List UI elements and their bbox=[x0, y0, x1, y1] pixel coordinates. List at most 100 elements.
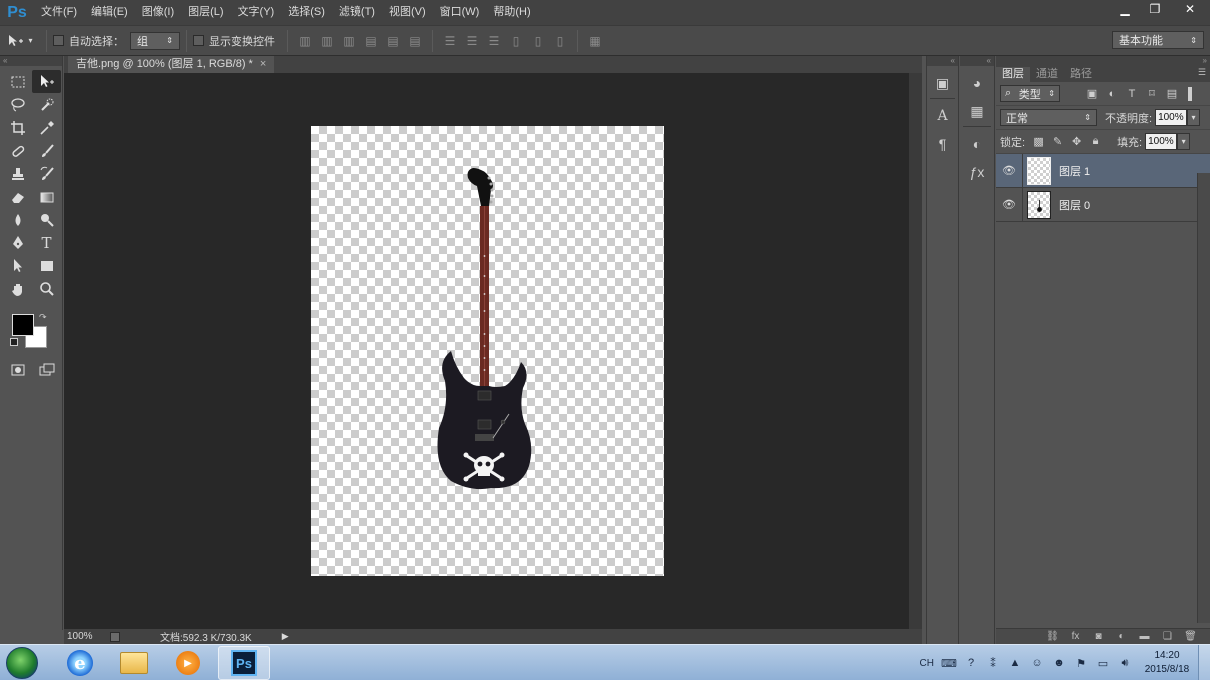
lock-position-icon[interactable]: ✥ bbox=[1067, 133, 1086, 150]
close-button[interactable]: ✕ bbox=[1170, 0, 1210, 18]
taskbar-photoshop[interactable]: Ps bbox=[218, 646, 270, 680]
lock-transparent-pixels-icon[interactable]: ▩ bbox=[1029, 133, 1048, 150]
tab-paths[interactable]: 路径 bbox=[1064, 67, 1098, 82]
distribute-left-icon[interactable]: ▯ bbox=[505, 31, 527, 51]
character-panel-icon[interactable]: A bbox=[931, 105, 955, 127]
lock-all-icon[interactable]: 🔒︎ bbox=[1086, 133, 1105, 150]
rectangle-shape-icon[interactable] bbox=[32, 254, 61, 277]
layer-row[interactable]: 👁︎ 图层 1 bbox=[996, 153, 1210, 188]
visibility-eye-icon[interactable]: 👁︎ bbox=[996, 164, 1022, 177]
tab-layers[interactable]: 图层 bbox=[996, 67, 1030, 82]
taskbar-ie[interactable]: e bbox=[54, 646, 106, 680]
distribute-right-icon[interactable]: ▯ bbox=[549, 31, 571, 51]
keyboard-icon[interactable]: ⌨ bbox=[941, 655, 957, 671]
swatches-panel-icon[interactable]: ▦ bbox=[965, 100, 989, 122]
filter-adjustment-layers-icon[interactable]: ◐ bbox=[1102, 85, 1122, 102]
swap-colors-icon[interactable]: ↷ bbox=[39, 312, 47, 323]
show-hidden-icons-icon[interactable]: ▲ bbox=[1007, 655, 1023, 671]
menu-help[interactable]: 帮助(H) bbox=[486, 0, 537, 25]
input-language[interactable]: CH bbox=[916, 658, 938, 669]
menu-filter[interactable]: 滤镜(T) bbox=[332, 0, 382, 25]
type-tool-icon[interactable]: T bbox=[32, 231, 61, 254]
menu-edit[interactable]: 编辑(E) bbox=[84, 0, 135, 25]
panel-collapse-handle[interactable]: » bbox=[996, 56, 1210, 66]
document-tab[interactable]: 吉他.png @ 100% (图层 1, RGB/8) * × bbox=[68, 56, 275, 73]
screen-mode-icon[interactable] bbox=[32, 358, 61, 381]
zoom-icon[interactable] bbox=[32, 277, 61, 300]
show-desktop-button[interactable] bbox=[1198, 645, 1210, 680]
filter-toggle-switch[interactable] bbox=[1188, 86, 1192, 101]
align-right-edges-icon[interactable]: ▤ bbox=[404, 31, 426, 51]
menu-image[interactable]: 图像(I) bbox=[135, 0, 181, 25]
opacity-slider-toggle[interactable]: ▾ bbox=[1187, 109, 1201, 126]
crop-icon[interactable] bbox=[3, 116, 32, 139]
status-menu-arrow-icon[interactable]: ▶ bbox=[282, 631, 289, 642]
taskbar-explorer[interactable] bbox=[108, 646, 160, 680]
healing-brush-icon[interactable] bbox=[3, 139, 32, 162]
menu-layer[interactable]: 图层(L) bbox=[181, 0, 230, 25]
align-vertical-centers-icon[interactable]: ▥ bbox=[316, 31, 338, 51]
dodge-icon[interactable] bbox=[32, 208, 61, 231]
volume-icon[interactable]: 🔊︎ bbox=[1117, 655, 1133, 671]
hand-icon[interactable] bbox=[3, 277, 32, 300]
path-selection-icon[interactable] bbox=[3, 254, 32, 277]
eraser-icon[interactable] bbox=[3, 185, 32, 208]
distribute-top-icon[interactable]: ☰ bbox=[439, 31, 461, 51]
filter-type-layers-icon[interactable]: T bbox=[1122, 85, 1142, 102]
default-colors-icon[interactable] bbox=[10, 338, 18, 346]
layer-filter-kind-dropdown[interactable]: ⌕ 类型 ⇕ bbox=[1000, 85, 1060, 102]
color-panel-icon[interactable]: ◕ bbox=[965, 72, 989, 94]
clone-stamp-icon[interactable] bbox=[3, 162, 32, 185]
pen-icon[interactable] bbox=[3, 231, 32, 254]
messenger-icon[interactable]: ☺ bbox=[1029, 655, 1045, 671]
menu-view[interactable]: 视图(V) bbox=[382, 0, 433, 25]
menu-file[interactable]: 文件(F) bbox=[34, 0, 84, 25]
align-bottom-edges-icon[interactable]: ▥ bbox=[338, 31, 360, 51]
layer-name[interactable]: 图层 1 bbox=[1059, 163, 1090, 179]
auto-select-target-dropdown[interactable]: 组 ⇕ bbox=[130, 31, 180, 50]
document-canvas[interactable] bbox=[311, 126, 664, 576]
filter-smart-objects-icon[interactable]: ▤ bbox=[1162, 85, 1182, 102]
help-icon[interactable]: ? bbox=[963, 655, 979, 671]
panel-collapse-handle[interactable]: « bbox=[960, 56, 994, 66]
eyedropper-icon[interactable] bbox=[32, 116, 61, 139]
layer-name[interactable]: 图层 0 bbox=[1059, 197, 1090, 213]
align-left-edges-icon[interactable]: ▤ bbox=[360, 31, 382, 51]
clock[interactable]: 14:20 2015/8/18 bbox=[1136, 649, 1198, 677]
layers-scrollbar[interactable] bbox=[1197, 173, 1210, 623]
move-tool-button[interactable] bbox=[32, 70, 61, 93]
visibility-eye-icon[interactable]: 👁︎ bbox=[996, 198, 1022, 211]
qq-icon[interactable]: ☻ bbox=[1051, 655, 1067, 671]
distribute-hcenter-icon[interactable]: ▯ bbox=[527, 31, 549, 51]
canvas-scrollbar[interactable] bbox=[909, 73, 922, 629]
panel-collapse-handle[interactable]: « bbox=[0, 56, 62, 66]
blur-icon[interactable] bbox=[3, 208, 32, 231]
status-info-icon[interactable] bbox=[110, 631, 120, 642]
filter-pixel-layers-icon[interactable]: ▣ bbox=[1082, 85, 1102, 102]
close-tab-icon[interactable]: × bbox=[260, 56, 266, 73]
gradient-icon[interactable] bbox=[32, 185, 61, 208]
fill-slider-toggle[interactable]: ▾ bbox=[1177, 133, 1191, 150]
canvas-workspace[interactable] bbox=[64, 73, 922, 629]
align-horizontal-centers-icon[interactable]: ▤ bbox=[382, 31, 404, 51]
auto-align-layers-icon[interactable]: ▦ bbox=[584, 31, 606, 51]
new-layer-icon[interactable]: ❏ bbox=[1156, 631, 1179, 642]
minimize-button[interactable]: ▁ bbox=[1110, 0, 1140, 18]
quick-mask-icon[interactable] bbox=[3, 358, 32, 381]
tool-preset-picker[interactable]: ▾ bbox=[0, 30, 40, 52]
brush-icon[interactable] bbox=[32, 139, 61, 162]
layer-row[interactable]: 👁︎ 图层 0 bbox=[996, 187, 1210, 222]
link-layers-icon[interactable]: ⛓︎ bbox=[1041, 631, 1064, 642]
styles-panel-icon[interactable]: ƒx bbox=[965, 161, 989, 183]
menu-type[interactable]: 文字(Y) bbox=[231, 0, 282, 25]
fill-field[interactable]: 100% bbox=[1145, 133, 1178, 150]
paragraph-panel-icon[interactable]: ¶ bbox=[931, 133, 955, 155]
add-mask-icon[interactable]: ◙ bbox=[1087, 631, 1110, 642]
zoom-level[interactable]: 100% bbox=[64, 631, 104, 642]
quick-selection-icon[interactable] bbox=[32, 93, 61, 116]
network-icon[interactable]: ▭ bbox=[1095, 655, 1111, 671]
history-brush-icon[interactable] bbox=[32, 162, 61, 185]
ime-options-icon[interactable]: ⁑ bbox=[985, 655, 1001, 671]
restore-button[interactable]: ❐ bbox=[1140, 0, 1170, 18]
show-transform-checkbox[interactable] bbox=[193, 35, 204, 46]
